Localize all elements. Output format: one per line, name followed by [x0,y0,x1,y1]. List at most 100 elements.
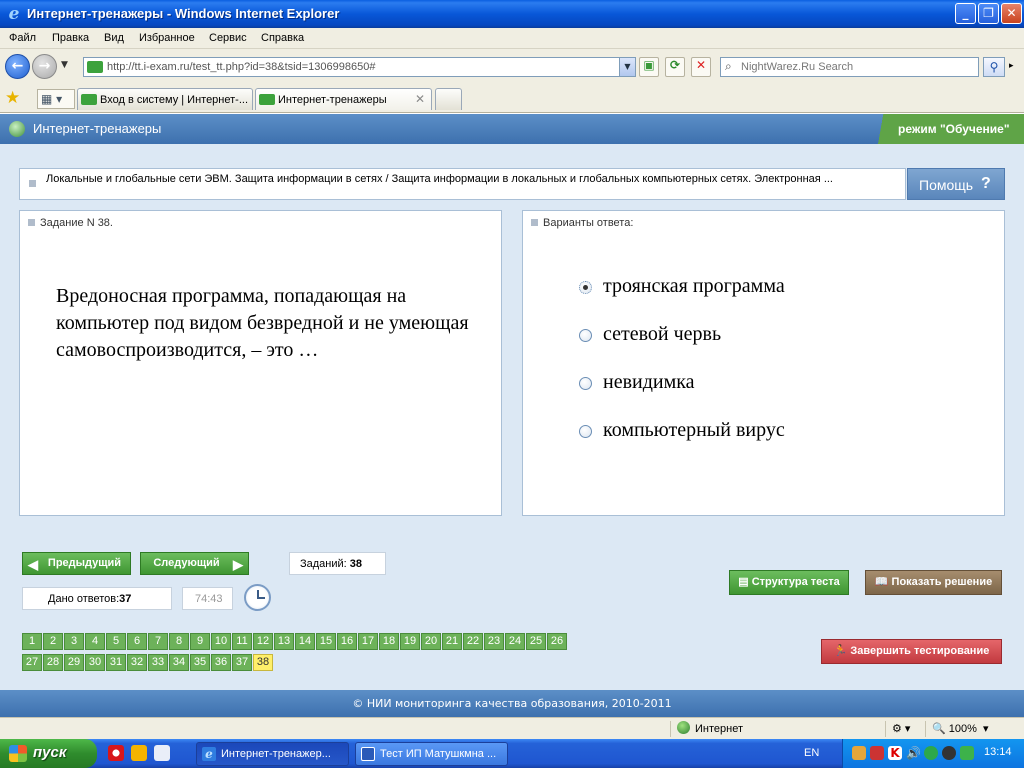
question-number-18[interactable]: 18 [379,633,399,650]
question-number-38[interactable]: 38 [253,654,273,671]
window-title-bar[interactable]: e Интернет-тренажеры - Windows Internet … [0,0,1024,28]
question-number-3[interactable]: 3 [64,633,84,650]
question-number-21[interactable]: 21 [442,633,462,650]
question-number-7[interactable]: 7 [148,633,168,650]
tab-favicon-icon [81,94,97,105]
menu-help[interactable]: Справка [261,32,304,44]
zoom-control[interactable]: 🔍 100% ▾ [925,721,1010,737]
compatibility-view-icon[interactable]: ▣ [639,57,659,77]
question-number-24[interactable]: 24 [505,633,525,650]
menu-view[interactable]: Вид [104,32,124,44]
question-number-37[interactable]: 37 [232,654,252,671]
question-number-15[interactable]: 15 [316,633,336,650]
question-number-8[interactable]: 8 [169,633,189,650]
next-button[interactable]: Следующий ▶ [140,552,249,575]
refresh-icon[interactable]: ⟳ [665,57,685,77]
maximize-button[interactable]: ❐ [978,3,999,24]
answer-label[interactable]: невидимка [603,371,695,394]
question-number-27[interactable]: 27 [22,654,42,671]
question-number-1[interactable]: 1 [22,633,42,650]
question-number-23[interactable]: 23 [484,633,504,650]
minimize-button[interactable]: _ [955,3,976,24]
arrow-left-icon: ◀ [28,557,38,572]
answer-label[interactable]: сетевой червь [603,323,721,346]
stop-icon[interactable]: ✕ [691,57,711,77]
language-indicator[interactable]: EN [804,747,819,759]
new-tab-button[interactable] [435,88,462,110]
radio-button[interactable] [579,377,592,390]
opera-icon[interactable] [108,745,124,761]
question-number-22[interactable]: 22 [463,633,483,650]
quick-tabs-button[interactable]: ▦ ▾ [37,89,75,109]
question-number-19[interactable]: 19 [400,633,420,650]
finish-test-button[interactable]: 🏃 Завершить тестирование [821,639,1002,664]
question-number-29[interactable]: 29 [64,654,84,671]
search-options-icon[interactable]: ▸ [1009,61,1014,71]
volume-icon[interactable]: 🔊 [906,746,921,760]
search-go-icon[interactable]: ⚲ [983,57,1005,77]
taskbar-item-word[interactable]: Тест ИП Матушкмна ... [355,742,508,766]
menu-file[interactable]: Файл [9,32,36,44]
question-number-4[interactable]: 4 [85,633,105,650]
question-number-28[interactable]: 28 [43,654,63,671]
safely-remove-icon[interactable] [960,746,974,760]
search-placeholder[interactable]: NightWarez.Ru Search [741,61,853,73]
radio-button[interactable] [579,425,592,438]
tab-trainers[interactable]: Интернет-тренажеры ✕ [255,88,432,110]
address-dropdown-icon[interactable]: ▼ [619,58,635,76]
tray-app-icon[interactable] [852,746,866,760]
question-number-20[interactable]: 20 [421,633,441,650]
back-button[interactable]: ← [5,54,30,79]
question-number-34[interactable]: 34 [169,654,189,671]
tab-login[interactable]: Вход в систему | Интернет-... [77,88,253,110]
radio-button-selected[interactable] [579,281,592,294]
question-number-13[interactable]: 13 [274,633,294,650]
history-dropdown-icon[interactable]: ▼ [61,60,68,70]
question-number-25[interactable]: 25 [526,633,546,650]
question-number-14[interactable]: 14 [295,633,315,650]
question-number-5[interactable]: 5 [106,633,126,650]
test-structure-button[interactable]: ▤ Структура теста [729,570,849,595]
protected-mode-icon[interactable]: ⚙ ▾ [885,721,920,737]
tray-app-icon[interactable] [870,746,884,760]
network-icon[interactable] [924,746,938,760]
kaspersky-icon[interactable]: K [888,746,902,760]
question-number-9[interactable]: 9 [190,633,210,650]
search-box[interactable]: ⌕ NightWarez.Ru Search [720,57,979,77]
show-solution-button[interactable]: 📖 Показать решение [865,570,1002,595]
answer-label[interactable]: троянская программа [603,275,785,298]
address-url[interactable]: http://tt.i-exam.ru/test_tt.php?id=38&ts… [107,61,375,73]
menu-tools[interactable]: Сервис [209,32,247,44]
question-number-33[interactable]: 33 [148,654,168,671]
question-number-10[interactable]: 10 [211,633,231,650]
question-number-12[interactable]: 12 [253,633,273,650]
address-bar[interactable]: http://tt.i-exam.ru/test_tt.php?id=38&ts… [83,57,636,77]
start-button[interactable]: пуск [0,739,97,768]
menu-edit[interactable]: Правка [52,32,89,44]
question-number-26[interactable]: 26 [547,633,567,650]
answer-label[interactable]: компьютерный вирус [603,419,785,442]
forward-button[interactable]: → [32,54,57,79]
help-button[interactable]: Помощь ? [907,168,1005,200]
tab-close-icon[interactable]: ✕ [415,92,425,106]
radio-button[interactable] [579,329,592,342]
quicklaunch-app-icon[interactable] [131,745,147,761]
tray-app-icon[interactable] [942,746,956,760]
question-number-16[interactable]: 16 [337,633,357,650]
question-number-32[interactable]: 32 [127,654,147,671]
close-window-button[interactable]: ✕ [1001,3,1022,24]
menu-favorites[interactable]: Избранное [139,32,195,44]
question-number-6[interactable]: 6 [127,633,147,650]
question-number-35[interactable]: 35 [190,654,210,671]
question-number-11[interactable]: 11 [232,633,252,650]
question-number-30[interactable]: 30 [85,654,105,671]
previous-button[interactable]: ◀ Предыдущий [22,552,131,575]
structure-label: Структура теста [751,576,840,588]
question-number-2[interactable]: 2 [43,633,63,650]
question-number-31[interactable]: 31 [106,654,126,671]
taskbar-item-ie[interactable]: e Интернет-тренажер... [196,742,349,766]
question-number-17[interactable]: 17 [358,633,378,650]
question-number-36[interactable]: 36 [211,654,231,671]
favorites-star-icon[interactable]: ★ [5,88,20,108]
show-desktop-icon[interactable] [154,745,170,761]
